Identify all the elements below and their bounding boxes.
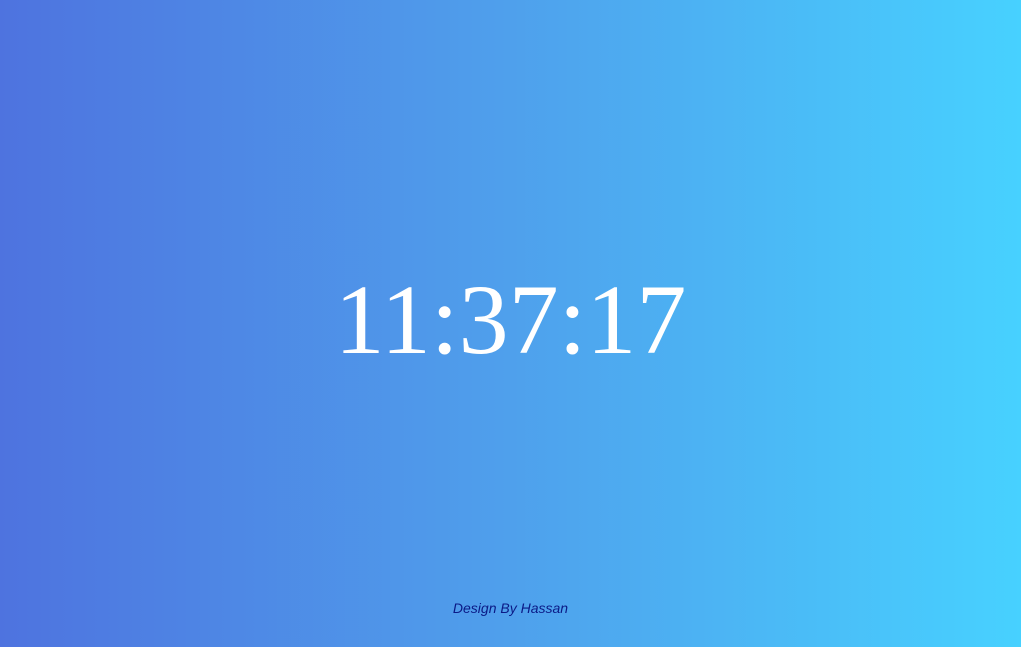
- page-background: { "clock": { "time": "11:37:17" }, "foot…: [0, 0, 1021, 647]
- design-credit: Design By Hassan: [452, 600, 569, 616]
- clock-time-display: 11:37:17: [334, 264, 687, 375]
